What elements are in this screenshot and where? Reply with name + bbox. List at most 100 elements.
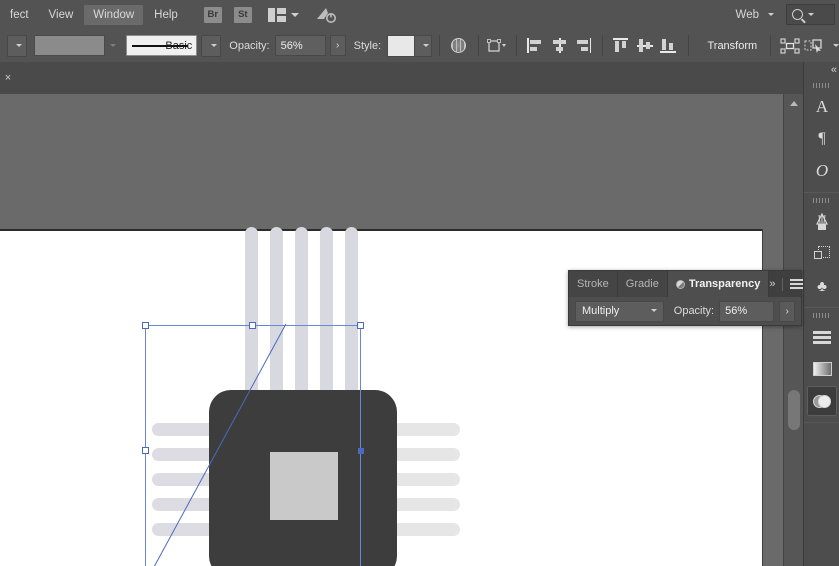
panel-dock: « A ¶ O xyxy=(803,62,839,566)
recolor-artwork-icon[interactable] xyxy=(449,35,469,57)
dock-group-appearance xyxy=(804,308,839,423)
selection-handle-top-center[interactable] xyxy=(249,322,256,329)
chevron-down-icon xyxy=(651,309,657,312)
tab-gradient-label: Gradie xyxy=(626,278,659,290)
align-top-icon[interactable] xyxy=(612,35,632,57)
selection-handle-middle-left[interactable] xyxy=(142,447,149,454)
chevron-down-icon[interactable] xyxy=(808,13,814,16)
style-label: Style: xyxy=(354,40,382,52)
symbols-panel-button[interactable] xyxy=(807,239,837,269)
graphic-styles-panel-button[interactable]: ♣ xyxy=(807,271,837,301)
opentype-icon: O xyxy=(816,161,828,181)
align-left-icon[interactable] xyxy=(526,35,546,57)
chip-pin-top xyxy=(270,227,283,405)
menu-help[interactable]: Help xyxy=(145,5,187,25)
menubar-right-group: Web xyxy=(732,4,839,25)
panel-tab-strip: Stroke Gradie Transparency » xyxy=(569,271,801,297)
close-icon[interactable]: × xyxy=(2,72,14,84)
search-input[interactable] xyxy=(786,4,835,25)
microchip-artwork[interactable] xyxy=(140,227,470,566)
arrange-documents-icon[interactable] xyxy=(268,8,286,22)
stroke-profile-dropdown[interactable] xyxy=(201,35,221,57)
stroke-profile-field[interactable]: Basic xyxy=(126,35,197,56)
panel-grip[interactable] xyxy=(804,196,839,205)
panel-header-controls: » xyxy=(769,271,808,297)
paragraph-icon: ¶ xyxy=(818,130,825,148)
align-vertical-center-icon[interactable] xyxy=(635,35,655,57)
selection-mode-dropdown[interactable] xyxy=(7,35,27,57)
graphic-style-dropdown[interactable] xyxy=(415,35,432,57)
opacity-label: Opacity: xyxy=(229,40,269,52)
document-tab[interactable] xyxy=(19,63,779,94)
canvas-area[interactable] xyxy=(0,94,783,566)
bridge-button[interactable]: Br xyxy=(204,7,222,23)
chip-core xyxy=(270,452,338,520)
vertical-scrollbar[interactable] xyxy=(783,94,804,566)
menu-bar: fect View Window Help Br St Web xyxy=(0,0,839,30)
gradient-icon xyxy=(813,362,832,376)
menu-effect[interactable]: fect xyxy=(1,5,38,25)
selection-handle-top-right[interactable] xyxy=(357,322,364,329)
workspace-switcher[interactable]: Web xyxy=(732,6,763,24)
stock-button[interactable]: St xyxy=(234,7,252,23)
chevron-down-icon xyxy=(423,44,429,47)
menu-window[interactable]: Window xyxy=(84,5,143,25)
transparency-controls-row: Multiply Opacity: 56% › xyxy=(569,297,801,325)
gradient-panel-button[interactable] xyxy=(807,354,837,384)
chevron-down-icon[interactable] xyxy=(110,44,116,47)
document-tab-bar: × xyxy=(0,62,803,95)
opentype-panel-button[interactable]: O xyxy=(807,156,837,186)
panel-opacity-input[interactable]: 56% xyxy=(719,301,774,322)
illustrator-window: fect View Window Help Br St Web xyxy=(0,0,839,566)
dock-collapse-button[interactable]: « xyxy=(804,62,839,78)
chevron-down-icon[interactable] xyxy=(291,13,299,17)
transparency-panel-button[interactable] xyxy=(807,386,837,416)
chip-pin-top xyxy=(295,227,308,405)
panel-menu-icon[interactable] xyxy=(790,279,803,289)
shape-options-icon[interactable] xyxy=(487,35,507,57)
panel-opacity-stepper[interactable]: › xyxy=(779,301,795,322)
isolate-selected-icon[interactable] xyxy=(780,35,800,57)
tab-gradient[interactable]: Gradie xyxy=(618,271,668,297)
chevron-down-icon[interactable] xyxy=(768,13,774,16)
dock-group-assets: ♣ xyxy=(804,193,839,308)
transform-link[interactable]: Transform xyxy=(701,37,763,55)
control-separator xyxy=(478,35,479,56)
stroke-panel-button[interactable] xyxy=(807,322,837,352)
opacity-stepper[interactable]: › xyxy=(330,35,346,56)
panel-grip[interactable] xyxy=(804,81,839,90)
menu-view[interactable]: View xyxy=(40,5,83,25)
tab-stroke[interactable]: Stroke xyxy=(569,271,618,297)
chevron-down-icon xyxy=(211,44,217,47)
panel-opacity-label: Opacity: xyxy=(674,305,714,317)
selection-handle-top-left[interactable] xyxy=(142,322,149,329)
character-panel-button[interactable]: A xyxy=(807,92,837,122)
align-bottom-icon[interactable] xyxy=(659,35,679,57)
opacity-input[interactable]: 56% xyxy=(275,35,326,56)
control-separator xyxy=(516,35,517,56)
vertical-scroll-thumb[interactable] xyxy=(788,390,800,430)
chevron-down-icon xyxy=(16,44,22,47)
blend-mode-select[interactable]: Multiply xyxy=(575,301,664,322)
fill-color-swatch[interactable] xyxy=(34,35,105,56)
chip-pin-top xyxy=(345,227,358,405)
adobe-stock-icon[interactable] xyxy=(315,6,337,24)
chevron-down-icon[interactable] xyxy=(833,44,839,47)
graphic-style-swatch[interactable] xyxy=(387,35,415,57)
selection-handle-middle-right[interactable] xyxy=(358,448,364,454)
paragraph-panel-button[interactable]: ¶ xyxy=(807,124,837,154)
scroll-up-arrow-icon[interactable] xyxy=(784,94,804,112)
transparency-circles-icon xyxy=(813,393,832,410)
brushes-panel-button[interactable] xyxy=(807,207,837,237)
panel-grip[interactable] xyxy=(804,311,839,320)
transparency-panel[interactable]: Stroke Gradie Transparency » Multiply Op… xyxy=(568,270,802,326)
stroke-preview-line xyxy=(132,45,188,48)
expand-panel-icon[interactable]: » xyxy=(769,278,774,290)
transparency-icon xyxy=(676,280,685,289)
clover-icon: ♣ xyxy=(817,279,827,294)
stroke-lines-icon xyxy=(813,331,831,344)
tab-transparency[interactable]: Transparency xyxy=(668,271,770,297)
align-horizontal-center-icon[interactable] xyxy=(550,35,570,57)
select-similar-objects-icon[interactable] xyxy=(804,35,826,57)
align-right-icon[interactable] xyxy=(573,35,593,57)
